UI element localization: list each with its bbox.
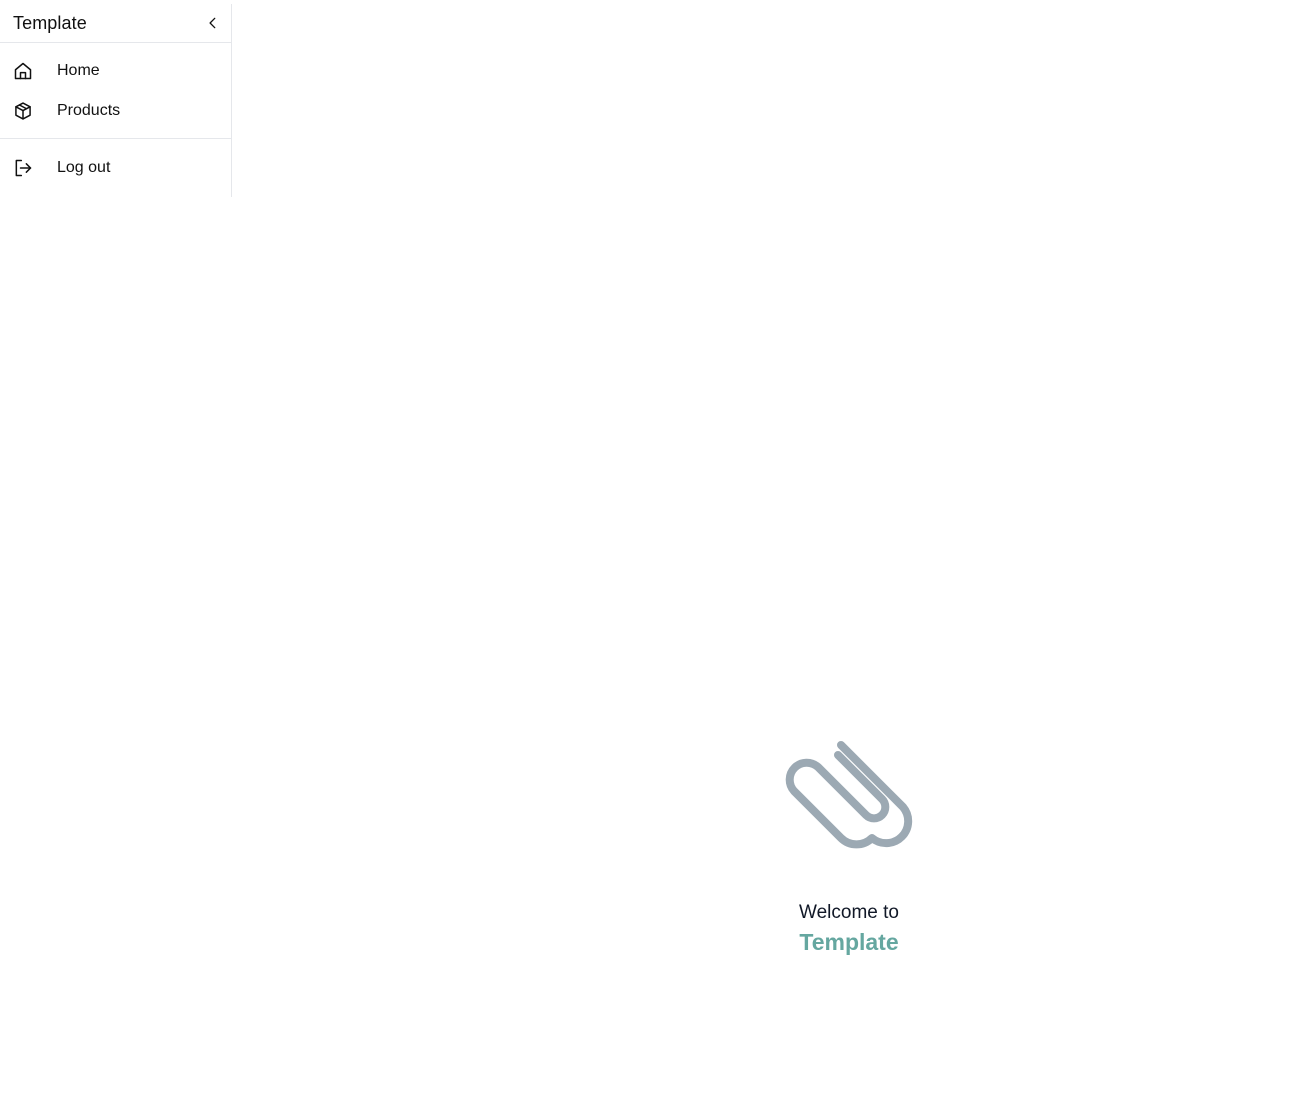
log-out-icon — [13, 158, 33, 178]
app-name: Template — [799, 929, 899, 955]
app-root: Template Home Products Log out Welcome t… — [0, 0, 1289, 1115]
chevron-left-icon — [209, 17, 216, 29]
collapse-sidebar-button[interactable] — [203, 13, 223, 33]
sidebar-nav: Home Products — [0, 43, 231, 139]
sidebar-item-label: Home — [57, 62, 100, 79]
home-icon — [13, 61, 33, 81]
sidebar-item-products[interactable]: Products — [0, 91, 231, 131]
sidebar-item-home[interactable]: Home — [0, 51, 231, 91]
welcome-text: Welcome to — [799, 902, 899, 923]
sidebar-footer: Log out — [0, 139, 231, 195]
welcome-panel: Welcome to Template — [749, 740, 949, 958]
logout-button[interactable]: Log out — [0, 148, 231, 188]
paperclip-icon — [785, 741, 913, 849]
sidebar: Template Home Products Log out — [0, 4, 232, 197]
package-icon — [13, 101, 33, 121]
logout-label: Log out — [57, 159, 111, 176]
sidebar-header: Template — [0, 4, 231, 43]
sidebar-title: Template — [13, 12, 87, 33]
sidebar-item-label: Products — [57, 102, 121, 119]
